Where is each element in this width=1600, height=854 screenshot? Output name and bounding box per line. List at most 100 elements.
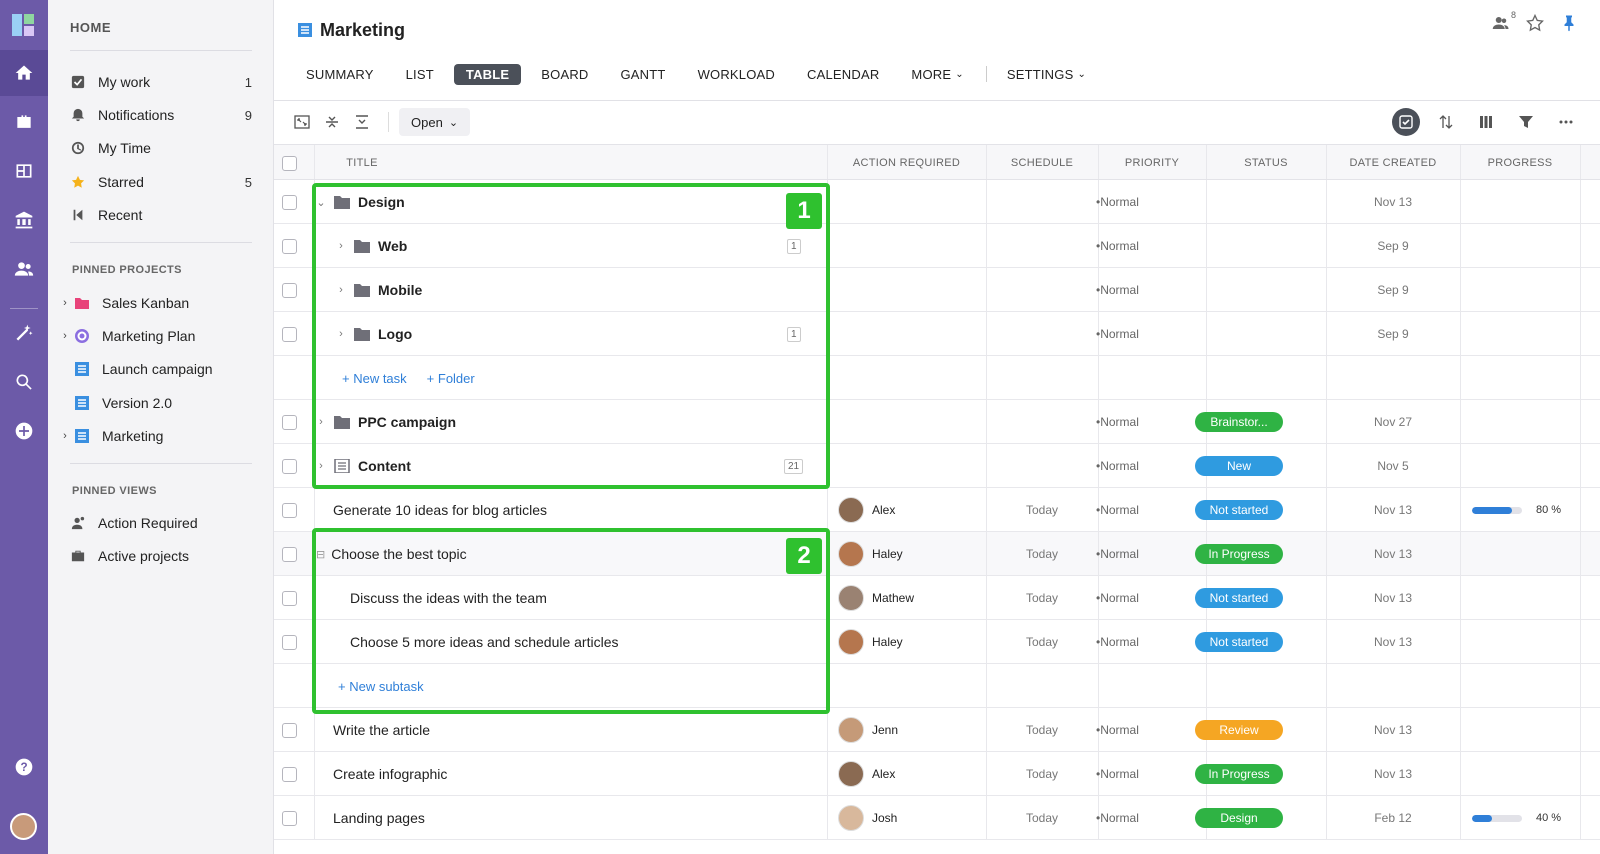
status-badge[interactable]: In Progress <box>1195 764 1283 784</box>
task-title[interactable]: Write the article <box>333 722 430 738</box>
schedule-value[interactable]: Today <box>1026 767 1058 781</box>
table-row[interactable]: Generate 10 ideas for blog articles Alex T… <box>274 488 1600 532</box>
priority-value[interactable]: Normal <box>1100 723 1139 737</box>
row-checkbox[interactable] <box>282 766 297 782</box>
row-checkbox[interactable] <box>282 590 297 606</box>
search-icon[interactable] <box>0 359 48 405</box>
sidebar-home-heading[interactable]: HOME <box>70 20 111 35</box>
task-title[interactable]: Create infographic <box>333 766 447 782</box>
avatar[interactable] <box>838 629 864 655</box>
status-filter-dropdown[interactable]: Open ⌄ <box>399 108 471 136</box>
home-icon[interactable] <box>0 50 48 96</box>
show-checkboxes-icon[interactable] <box>1392 108 1420 136</box>
briefcase-icon[interactable] <box>0 99 48 145</box>
tab-summary[interactable]: SUMMARY <box>294 64 386 85</box>
row-checkbox[interactable] <box>282 458 297 474</box>
progress-bar[interactable] <box>1472 506 1522 514</box>
status-badge[interactable]: Design <box>1195 808 1283 828</box>
row-checkbox[interactable] <box>282 634 297 650</box>
row-checkbox[interactable] <box>282 810 297 826</box>
avatar[interactable] <box>838 761 864 787</box>
progress-bar[interactable] <box>1472 814 1522 822</box>
status-badge[interactable]: Not started <box>1195 588 1283 608</box>
avatar[interactable] <box>838 541 864 567</box>
schedule-value[interactable]: Today <box>1026 503 1058 517</box>
chevron-right-icon[interactable]: › <box>58 430 72 442</box>
priority-value[interactable]: Normal <box>1100 459 1139 473</box>
priority-value[interactable]: Normal <box>1100 811 1139 825</box>
row-checkbox[interactable] <box>282 282 297 298</box>
columns-icon[interactable] <box>1472 108 1500 136</box>
help-icon[interactable]: ? <box>0 744 48 790</box>
sidebar-project-launch-campaign[interactable]: Launch campaign <box>58 354 258 384</box>
row-checkbox[interactable] <box>282 546 297 562</box>
sidebar-item-my-time[interactable]: My Time <box>70 133 252 163</box>
chevron-right-icon[interactable]: › <box>58 297 72 309</box>
fullscreen-icon[interactable] <box>288 108 316 136</box>
status-badge[interactable]: Review <box>1195 720 1283 740</box>
schedule-value[interactable]: Today <box>1026 635 1058 649</box>
tab-table[interactable]: TABLE <box>453 63 522 85</box>
schedule-value[interactable]: Today <box>1026 723 1058 737</box>
board-icon[interactable] <box>0 148 48 194</box>
people-icon[interactable] <box>0 246 48 292</box>
column-header-title[interactable]: TITLE <box>314 145 410 181</box>
column-header-date-created[interactable]: DATE CREATED <box>1326 145 1460 181</box>
priority-value[interactable]: Normal <box>1100 591 1139 605</box>
priority-value[interactable]: Normal <box>1100 503 1139 517</box>
priority-value[interactable]: Normal <box>1100 327 1139 341</box>
collapse-all-icon[interactable] <box>318 108 346 136</box>
pin-icon[interactable] <box>1560 14 1578 32</box>
user-avatar[interactable] <box>10 813 37 840</box>
sidebar-item-recent[interactable]: Recent <box>70 200 252 230</box>
tab-list[interactable]: LIST <box>394 64 446 85</box>
row-checkbox[interactable] <box>282 414 297 430</box>
priority-value[interactable]: Normal <box>1100 415 1139 429</box>
sort-icon[interactable] <box>1432 108 1460 136</box>
bank-icon[interactable] <box>0 197 48 243</box>
table-row[interactable]: Create infographic Alex Today • Normal In Pr… <box>274 752 1600 796</box>
column-header-action-required[interactable]: ACTION REQUIRED <box>827 145 986 181</box>
schedule-value[interactable]: Today <box>1026 811 1058 825</box>
schedule-value[interactable]: Today <box>1026 547 1058 561</box>
task-title[interactable]: Generate 10 ideas for blog articles <box>333 502 547 518</box>
status-badge[interactable]: In Progress <box>1195 544 1283 564</box>
priority-value[interactable]: Normal <box>1100 239 1139 253</box>
status-badge[interactable]: Brainstor... <box>1195 412 1283 432</box>
avatar[interactable] <box>838 585 864 611</box>
sidebar-item-starred[interactable]: Starred 5 <box>70 167 252 197</box>
select-all-checkbox[interactable] <box>282 155 297 171</box>
star-icon[interactable] <box>1526 14 1544 32</box>
tab-settings[interactable]: SETTINGS ⌄ <box>995 64 1098 85</box>
status-badge[interactable]: Not started <box>1195 632 1283 652</box>
tab-more[interactable]: MORE ⌄ <box>899 64 975 85</box>
sidebar-view-action-required[interactable]: Action Required <box>70 508 252 538</box>
avatar[interactable] <box>838 717 864 743</box>
expand-all-icon[interactable] <box>348 108 376 136</box>
more-options-icon[interactable] <box>1552 108 1580 136</box>
status-badge[interactable]: New <box>1195 456 1283 476</box>
task-title[interactable]: Landing pages <box>333 810 425 826</box>
priority-value[interactable]: Normal <box>1100 635 1139 649</box>
row-checkbox[interactable] <box>282 238 297 254</box>
tab-board[interactable]: BOARD <box>529 64 600 85</box>
sidebar-project-sales-kanban[interactable]: › Sales Kanban <box>58 288 258 318</box>
sidebar-project-marketing[interactable]: › Marketing <box>58 421 258 451</box>
table-row[interactable]: Landing pages Josh Today • Normal Design Feb … <box>274 796 1600 840</box>
sidebar-view-active-projects[interactable]: Active projects <box>70 541 252 571</box>
column-header-status[interactable]: STATUS <box>1206 145 1326 181</box>
tab-workload[interactable]: WORKLOAD <box>686 64 787 85</box>
schedule-value[interactable]: Today <box>1026 591 1058 605</box>
column-header-priority[interactable]: PRIORITY <box>1098 145 1206 181</box>
add-icon[interactable] <box>0 408 48 454</box>
filter-icon[interactable] <box>1512 108 1540 136</box>
chevron-right-icon[interactable]: › <box>58 330 72 342</box>
row-checkbox[interactable] <box>282 326 297 342</box>
sidebar-item-notifications[interactable]: Notifications 9 <box>70 100 252 130</box>
tab-gantt[interactable]: GANTT <box>609 64 678 85</box>
priority-value[interactable]: Normal <box>1100 767 1139 781</box>
column-header-progress[interactable]: PROGRESS <box>1460 145 1580 181</box>
priority-value[interactable]: Normal <box>1100 283 1139 297</box>
column-header-schedule[interactable]: SCHEDULE <box>986 145 1098 181</box>
priority-value[interactable]: Normal <box>1100 195 1139 209</box>
